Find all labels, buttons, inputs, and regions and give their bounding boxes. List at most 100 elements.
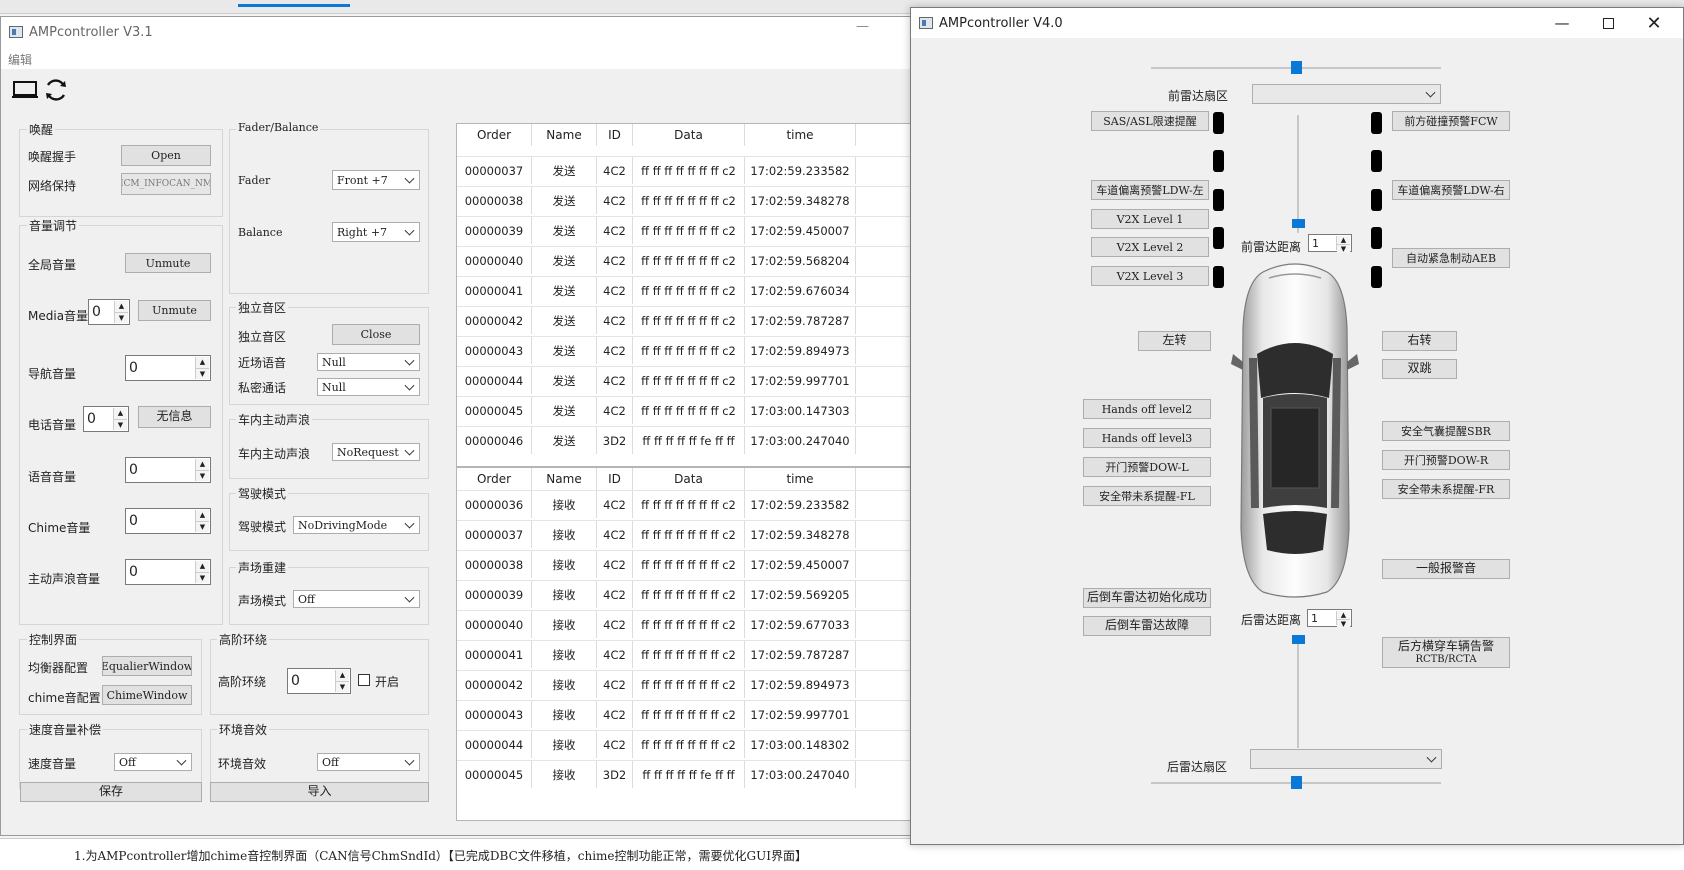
monitor-icon[interactable] [12,81,38,99]
phone-volume-stepper[interactable]: 0 ▲ ▼ [83,406,129,432]
rear-radar-fault-button[interactable]: 后倒车雷达故障 [1083,616,1211,636]
eq-window-button[interactable]: EqualierWindow [102,656,192,676]
fader-select[interactable]: Front +7 [332,170,420,190]
spin-down-icon[interactable]: ▼ [1337,619,1350,628]
spin-down-icon[interactable]: ▼ [114,418,127,430]
v2x-level1-button[interactable]: V2X Level 1 [1091,209,1209,229]
spin-up-icon[interactable]: ▲ [336,670,349,681]
aeb-button[interactable]: 自动紧急制动AEB [1392,248,1510,268]
rear-vertical-slider-handle[interactable] [1292,635,1305,644]
front-vertical-slider-track[interactable] [1297,115,1299,233]
table-row[interactable]: 00000043 接收 4C2 ff ff ff ff ff ff ff c2 17:0… [457,700,915,728]
spin-up-icon[interactable]: ▲ [196,510,209,521]
menu-edit[interactable]: 编辑 [8,51,32,68]
front-distance-stepper[interactable]: 1 ▲ ▼ [1308,234,1352,253]
table-row[interactable]: 00000040 发送 4C2 ff ff ff ff ff ff ff c2 17:0… [457,246,915,274]
spin-up-icon[interactable]: ▲ [1337,611,1350,619]
refresh-icon[interactable] [43,77,69,103]
spin-arrows[interactable]: ▲ ▼ [335,670,349,692]
table-row[interactable]: 00000038 发送 4C2 ff ff ff ff ff ff ff c2 17:0… [457,186,915,214]
save-button[interactable]: 保存 [20,782,202,802]
zone-close-button[interactable]: Close [332,324,420,345]
spin-arrows[interactable]: ▲ ▼ [195,459,209,481]
front-zone-select[interactable] [1252,84,1441,104]
spin-up-icon[interactable]: ▲ [114,408,127,419]
speed-select[interactable]: Off [114,753,192,771]
table-row[interactable]: 00000039 接收 4C2 ff ff ff ff ff ff ff c2 17:0… [457,580,915,608]
spin-down-icon[interactable]: ▼ [196,571,209,583]
table-row[interactable]: 00000040 接收 4C2 ff ff ff ff ff ff ff c2 17:0… [457,610,915,638]
spin-arrows[interactable]: ▲ ▼ [113,408,127,430]
chime-window-button[interactable]: ChimeWindow [102,685,192,705]
table-row[interactable]: 00000045 接收 3D2 ff ff ff ff ff fe ff ff 17:0… [457,760,915,788]
ambient-select[interactable]: Off [317,753,420,771]
spin-up-icon[interactable]: ▲ [196,459,209,470]
spin-down-icon[interactable]: ▼ [196,367,209,379]
v2x-level2-button[interactable]: V2X Level 2 [1091,237,1209,257]
seatbelt-fr-button[interactable]: 安全带未系提醒-FR [1382,479,1510,499]
fcw-button[interactable]: 前方碰撞预警FCW [1392,111,1510,131]
spin-down-icon[interactable]: ▼ [336,680,349,692]
table-row[interactable]: 00000037 发送 4C2 ff ff ff ff ff ff ff c2 17:0… [457,156,915,184]
table-row[interactable]: 00000038 接收 4C2 ff ff ff ff ff ff ff c2 17:0… [457,550,915,578]
spin-up-icon[interactable]: ▲ [196,561,209,572]
global-unmute-button[interactable]: Unmute [125,253,211,273]
spin-arrows[interactable]: ▲ ▼ [1336,611,1350,628]
spin-arrows[interactable]: ▲ ▼ [1336,236,1350,253]
table-row[interactable]: 00000041 发送 4C2 ff ff ff ff ff ff ff c2 17:0… [457,276,915,304]
rear-radar-init-button[interactable]: 后倒车雷达初始化成功 [1083,588,1211,608]
v2x-level3-button[interactable]: V2X Level 3 [1091,266,1209,286]
handshake-button[interactable]: Open [121,145,211,166]
media-volume-stepper[interactable]: 0 ▲ ▼ [88,299,130,325]
table-row[interactable]: 00000039 发送 4C2 ff ff ff ff ff ff ff c2 17:0… [457,216,915,244]
media-unmute-button[interactable]: Unmute [138,300,211,321]
table-row[interactable]: 00000041 接收 4C2 ff ff ff ff ff ff ff c2 17:0… [457,640,915,668]
spin-up-icon[interactable]: ▲ [1337,236,1350,244]
phone-no-info-button[interactable]: 无信息 [138,406,211,428]
ldw-left-button[interactable]: 车道偏离预警LDW-左 [1091,180,1209,200]
rear-distance-stepper[interactable]: 1 ▲ ▼ [1307,609,1352,628]
spin-arrows[interactable]: ▲ ▼ [195,510,209,532]
top-slider-handle[interactable] [1291,61,1302,74]
near-voice-select[interactable]: Null [317,353,420,371]
table-row[interactable]: 00000037 接收 4C2 ff ff ff ff ff ff ff c2 17:0… [457,520,915,548]
minimize-icon[interactable]: — [1539,8,1585,38]
table-row[interactable]: 00000044 接收 4C2 ff ff ff ff ff ff ff c2 17:0… [457,730,915,758]
spin-down-icon[interactable]: ▼ [196,520,209,532]
nav-volume-stepper[interactable]: 0 ▲ ▼ [125,355,211,381]
ldw-right-button[interactable]: 车道偏离预警LDW-右 [1392,180,1510,200]
table-row[interactable]: 00000046 发送 3D2 ff ff ff ff ff fe ff ff 17:0… [457,426,915,454]
seatbelt-fl-button[interactable]: 安全带未系提醒-FL [1083,486,1211,506]
chime-volume-stepper[interactable]: 0 ▲ ▼ [125,508,211,534]
close-icon[interactable]: ✕ [1631,8,1677,38]
sbr-button[interactable]: 安全气囊提醒SBR [1382,421,1510,441]
private-call-select[interactable]: Null [317,378,420,396]
hiorder-enable-checkbox[interactable] [358,674,370,686]
spin-down-icon[interactable]: ▼ [115,311,128,323]
import-button[interactable]: 导入 [210,782,429,802]
spin-arrows[interactable]: ▲ ▼ [195,357,209,379]
rctb-rcta-button[interactable]: 后方横穿车辆告警 RCTB/RCTA [1382,637,1510,668]
hazard-button[interactable]: 双跳 [1382,359,1457,379]
turn-left-button[interactable]: 左转 [1138,331,1211,351]
anc-volume-stepper[interactable]: 0 ▲ ▼ [125,559,211,585]
keepalive-button[interactable]: ICM_INFOCAN_NM [121,173,211,195]
rear-zone-select[interactable] [1250,749,1442,769]
hiorder-stepper[interactable]: 0 ▲ ▼ [287,668,351,694]
table-row[interactable]: 00000044 发送 4C2 ff ff ff ff ff ff ff c2 17:0… [457,366,915,394]
spin-arrows[interactable]: ▲ ▼ [114,301,128,323]
table-row[interactable]: 00000043 发送 4C2 ff ff ff ff ff ff ff c2 17:0… [457,336,915,364]
table-row[interactable]: 00000042 发送 4C2 ff ff ff ff ff ff ff c2 17:0… [457,306,915,334]
voice-volume-stepper[interactable]: 0 ▲ ▼ [125,457,211,483]
turn-right-button[interactable]: 右转 [1382,331,1457,351]
table-row[interactable]: 00000045 发送 4C2 ff ff ff ff ff ff ff c2 17:0… [457,396,915,424]
dow-r-button[interactable]: 开门预警DOW-R [1382,450,1510,470]
balance-select[interactable]: Right +7 [332,222,420,242]
sas-asl-button[interactable]: SAS/ASL限速提醒 [1091,111,1209,131]
maximize-icon[interactable] [1585,8,1631,38]
spin-up-icon[interactable]: ▲ [115,301,128,312]
bottom-slider-handle[interactable] [1291,776,1302,789]
spin-arrows[interactable]: ▲ ▼ [195,561,209,583]
spin-up-icon[interactable]: ▲ [196,357,209,368]
front-vertical-slider-handle[interactable] [1292,219,1305,228]
